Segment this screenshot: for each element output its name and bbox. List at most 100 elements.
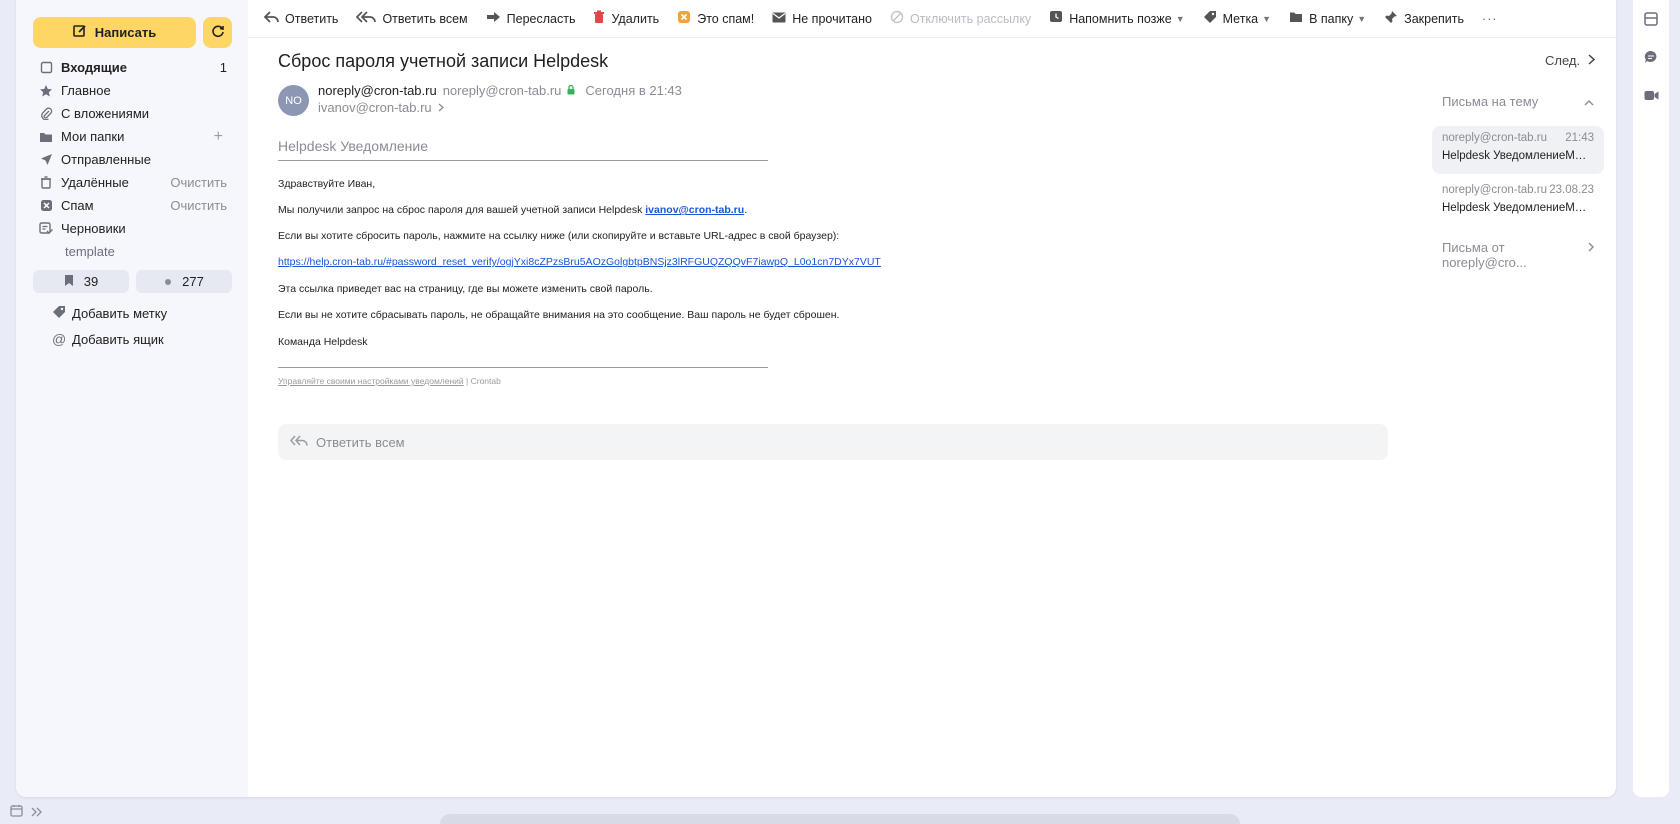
clear-spam-button[interactable]: Очистить bbox=[170, 198, 227, 213]
pin-label: Закрепить bbox=[1404, 11, 1465, 26]
folder-sent[interactable]: Отправленные bbox=[33, 148, 243, 171]
folder-attachments[interactable]: С вложениями bbox=[33, 102, 243, 125]
email-header-title: Helpdesk Уведомление bbox=[278, 138, 768, 161]
bottom-bar bbox=[0, 800, 60, 824]
forward-button[interactable]: Пересласть bbox=[486, 11, 575, 26]
messages-from-sender-link[interactable]: Письма от noreply@cro... bbox=[1432, 240, 1604, 270]
next-label: След. bbox=[1545, 53, 1581, 68]
account-email-link[interactable]: ivanov@cron-tab.ru bbox=[645, 204, 744, 216]
forward-icon bbox=[486, 11, 501, 26]
thread-header-label: Письма на тему bbox=[1442, 93, 1539, 109]
thread-item[interactable]: noreply@cron-tab.ru 21:43 Helpdesk Уведом… bbox=[1432, 126, 1604, 174]
next-message-button[interactable]: След. bbox=[1545, 53, 1596, 68]
pin-button[interactable]: Закрепить bbox=[1384, 10, 1464, 27]
thread-item-snippet: Helpdesk УведомлениеМы п... bbox=[1442, 150, 1594, 162]
message-subject: Сброс пароля учетной записи Helpdesk bbox=[278, 51, 609, 71]
compose-label: Написать bbox=[94, 25, 157, 40]
add-label-link[interactable]: Добавить метку bbox=[52, 300, 167, 326]
folder-trash[interactable]: Удалённые Очистить bbox=[33, 171, 243, 194]
mark-unread-label: Не прочитано bbox=[792, 11, 872, 26]
folder-important[interactable]: Главное bbox=[33, 79, 243, 102]
spam-button[interactable]: Это спам! bbox=[677, 10, 754, 27]
chevron-down-icon: ▼ bbox=[1262, 13, 1272, 24]
notification-settings-link[interactable]: Управляйте своими настройками уведомлени… bbox=[278, 376, 464, 386]
sender-address[interactable]: noreply@cron-tab.ru bbox=[443, 83, 562, 98]
reply-all-button[interactable]: Ответить всем bbox=[356, 10, 468, 27]
footer-divider bbox=[278, 367, 768, 368]
send-icon bbox=[37, 153, 55, 166]
message-toolbar: Ответить Ответить всем Пересласть Удалит… bbox=[248, 0, 1616, 38]
folder-label: Удалённые bbox=[61, 175, 129, 190]
quick-reply-all-button[interactable]: Ответить всем bbox=[278, 424, 1388, 460]
message-date: Сегодня в 21:43 bbox=[585, 83, 682, 98]
chevron-up-icon bbox=[1584, 94, 1594, 109]
thread-panel: Письма на тему noreply@cron-tab.ru 21:43 … bbox=[1432, 88, 1604, 270]
chevron-down-icon: ▼ bbox=[1357, 13, 1367, 24]
reply-all-label: Ответить всем bbox=[382, 11, 468, 26]
paperclip-icon bbox=[37, 107, 55, 120]
star-icon bbox=[37, 84, 55, 98]
add-folder-button[interactable]: + bbox=[214, 128, 223, 146]
sender-name[interactable]: noreply@cron-tab.ru bbox=[318, 83, 437, 98]
refresh-button[interactable] bbox=[203, 17, 232, 48]
footer-separator: | bbox=[463, 376, 471, 386]
move-to-folder-label: В папку bbox=[1309, 11, 1354, 26]
spam-icon bbox=[37, 199, 55, 212]
messenger-button[interactable] bbox=[1633, 40, 1669, 76]
lock-icon bbox=[567, 83, 575, 98]
calendar-icon[interactable] bbox=[10, 804, 23, 820]
pin-icon bbox=[1384, 10, 1398, 27]
tag-icon bbox=[52, 305, 66, 322]
remind-label: Напомнить позже bbox=[1069, 11, 1172, 26]
chevron-right-icon bbox=[438, 100, 444, 115]
unread-total: 277 bbox=[182, 274, 204, 289]
folder-inbox[interactable]: Входящие 1 bbox=[33, 56, 243, 79]
folder-my-folders[interactable]: Мои папки + bbox=[33, 125, 243, 148]
delete-button[interactable]: Удалить bbox=[593, 10, 659, 27]
compose-button[interactable]: Написать bbox=[33, 17, 196, 48]
folder-spam[interactable]: Спам Очистить bbox=[33, 194, 243, 217]
unsubscribe-button[interactable]: Отключить рассылку bbox=[890, 10, 1031, 27]
spam-icon bbox=[677, 10, 691, 27]
thread-header[interactable]: Письма на тему bbox=[1432, 88, 1604, 114]
expand-icon[interactable] bbox=[31, 805, 43, 820]
reply-button[interactable]: Ответить bbox=[263, 10, 338, 27]
clear-trash-button[interactable]: Очистить bbox=[170, 175, 227, 190]
bookmarks-counter[interactable]: 39 bbox=[33, 270, 129, 293]
thread-item[interactable]: noreply@cron-tab.ru 23.08.23 Helpdesk Уве… bbox=[1432, 178, 1604, 226]
video-call-button[interactable] bbox=[1633, 78, 1669, 114]
avatar[interactable]: NO bbox=[278, 85, 309, 116]
unread-count: 1 bbox=[219, 60, 227, 75]
folder-label: template bbox=[65, 244, 115, 259]
unread-counter[interactable]: 277 bbox=[136, 270, 232, 293]
reply-all-icon bbox=[356, 10, 377, 27]
bookmark-icon bbox=[64, 274, 74, 290]
recipient-line[interactable]: ivanov@cron-tab.ru bbox=[318, 100, 444, 115]
paragraph-request-end: . bbox=[744, 204, 748, 216]
folder-template[interactable]: template bbox=[33, 240, 243, 263]
chevron-down-icon: ▼ bbox=[1175, 13, 1185, 24]
add-mailbox-link[interactable]: @ Добавить ящик bbox=[52, 326, 167, 352]
refresh-icon bbox=[211, 24, 225, 41]
folder-label: Главное bbox=[61, 83, 111, 98]
folder-label: Черновики bbox=[61, 221, 126, 236]
clock-icon bbox=[1049, 10, 1063, 27]
folder-list: Входящие 1 Главное С вложениями Мои папк… bbox=[33, 56, 243, 263]
pencil-icon bbox=[72, 24, 87, 41]
paragraph-ignore: Если вы не хотите сбрасывать пароль, не … bbox=[278, 309, 840, 321]
tag-icon bbox=[1203, 10, 1217, 27]
mark-unread-button[interactable]: Не прочитано bbox=[772, 12, 872, 26]
more-button[interactable]: ··· bbox=[1482, 12, 1498, 26]
label-button[interactable]: Метка ▼ bbox=[1203, 10, 1271, 27]
notes-button[interactable] bbox=[1633, 2, 1669, 38]
greeting: Здравствуйте Иван, bbox=[278, 178, 376, 190]
bottom-panel-edge bbox=[440, 814, 1240, 824]
folder-drafts[interactable]: Черновики bbox=[33, 217, 243, 240]
chevron-right-icon bbox=[1588, 53, 1596, 68]
thread-item-time: 23.08.23 bbox=[1549, 184, 1594, 196]
move-to-folder-button[interactable]: В папку ▼ bbox=[1289, 11, 1366, 26]
reset-link[interactable]: https://help.cron-tab.ru/#password_reset… bbox=[278, 256, 881, 268]
sender-line: noreply@cron-tab.ru noreply@cron-tab.ru … bbox=[318, 83, 682, 98]
remind-later-button[interactable]: Напомнить позже ▼ bbox=[1049, 10, 1185, 27]
mail-window: Написать Входящие 1 Главное С вложениями bbox=[16, 0, 1616, 797]
